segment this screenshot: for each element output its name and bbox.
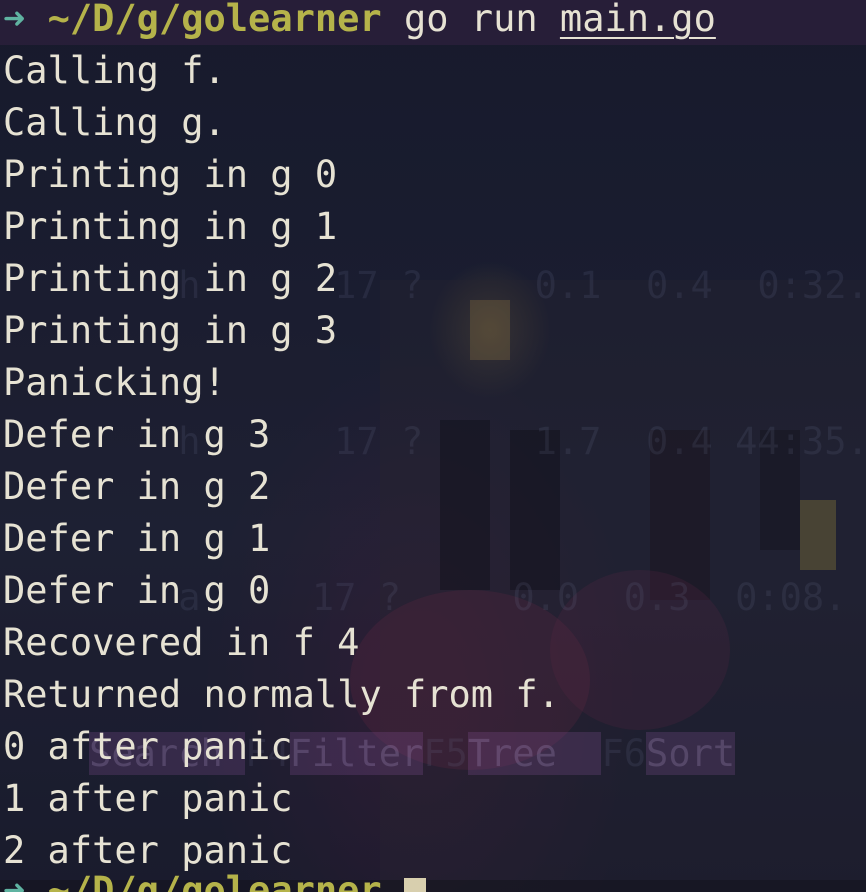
output-line: Printing in g 3 <box>3 309 338 352</box>
output-line: Calling f. <box>3 49 226 92</box>
output-line: Defer in g 0 <box>3 569 271 612</box>
output-line: Panicking! <box>3 361 226 404</box>
prompt-arrow-icon: ➜ <box>3 0 26 40</box>
text-cursor <box>403 878 426 892</box>
output-line: Printing in g 0 <box>3 153 338 196</box>
command-file: main.go <box>559 0 716 40</box>
output-line: Returned normally from f. <box>3 673 560 716</box>
output-line: Printing in g 1 <box>3 205 338 248</box>
output-line: 0 after panic <box>3 725 293 768</box>
output-line: Calling g. <box>3 101 226 144</box>
output-line: Recovered in f 4 <box>3 621 360 664</box>
output-line: Printing in g 2 <box>3 257 338 300</box>
output-line: Defer in g 2 <box>3 465 271 508</box>
terminal-window[interactable]: h13: h 17 ? 0.1 0.4 0:32. h 17 ? 1.7 0.4… <box>0 0 866 892</box>
output-line: Defer in g 3 <box>3 413 271 456</box>
command-prompt: ➜ ~/D/g/golearner go run main.go <box>3 0 716 45</box>
prompt-path: ~/D/g/golearner <box>47 869 382 892</box>
command-text: go run <box>403 0 538 40</box>
terminal-output: ➜ ~/D/g/golearner go run main.go Calling… <box>3 0 716 877</box>
output-line: Defer in g 1 <box>3 517 271 560</box>
prompt-path: ~/D/g/golearner <box>47 0 382 40</box>
next-command-prompt[interactable]: ➜ ~/D/g/golearner <box>3 865 426 892</box>
output-line: 1 after panic <box>3 777 293 820</box>
prompt-arrow-icon: ➜ <box>3 869 26 892</box>
